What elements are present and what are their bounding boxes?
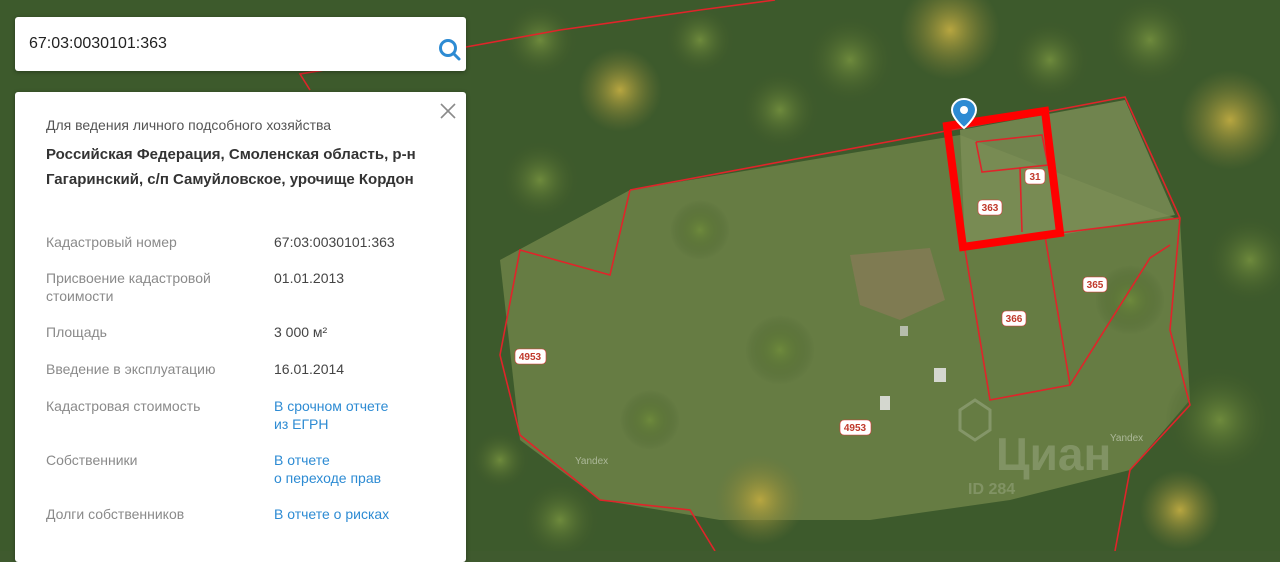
svg-text:365: 365	[1087, 280, 1104, 291]
land-use-purpose: Для ведения личного подсобного хозяйства	[46, 117, 332, 133]
parcel-label-365: 365	[1082, 276, 1108, 293]
map-provider-label: Yandex	[1110, 433, 1143, 444]
parcel-label-4953: 4953	[839, 419, 872, 436]
row-label: Долги собственников	[46, 506, 185, 522]
row-label: Кадастровая стоимость	[46, 398, 201, 414]
risks-report-link[interactable]: В отчете о рисках	[274, 505, 444, 523]
cadastral-value-report-link[interactable]: В срочном отчете из ЕГРН	[274, 397, 444, 433]
row-label: Площадь	[46, 324, 107, 340]
search-input[interactable]	[29, 27, 409, 61]
map-building	[900, 326, 908, 336]
row-label: Кадастровый номер	[46, 234, 177, 250]
owners-report-link[interactable]: В отчете о переходе прав	[274, 451, 444, 487]
map-provider-label: Yandex	[575, 456, 608, 467]
parcel-address: Российская Федерация, Смоленская область…	[46, 146, 416, 188]
parcel-label-4953: 4953	[514, 348, 547, 365]
row-label: Введение в эксплуатацию	[46, 361, 216, 377]
parcel-label-366: 366	[1001, 310, 1027, 327]
row-value: 3 000 м²	[274, 324, 328, 340]
row-value: 67:03:0030101:363	[274, 234, 395, 250]
search-bar	[15, 17, 466, 71]
map-building	[880, 396, 890, 410]
row-label: Собственники	[46, 452, 138, 468]
row-value: 16.01.2014	[274, 361, 345, 377]
row-value: 01.01.2013	[274, 270, 345, 286]
parcel-info-panel: Для ведения личного подсобного хозяйства…	[15, 92, 466, 562]
svg-text:ID 284: ID 284	[968, 481, 1015, 498]
svg-text:4953: 4953	[844, 423, 867, 434]
svg-text:31: 31	[1029, 172, 1041, 183]
map-building	[934, 368, 946, 382]
search-icon[interactable]	[437, 37, 463, 63]
svg-text:363: 363	[982, 203, 999, 214]
parcel-label-31: 31	[1024, 168, 1046, 185]
close-icon[interactable]	[438, 101, 458, 121]
parcel-label-363: 363	[977, 199, 1003, 216]
svg-text:366: 366	[1006, 314, 1023, 325]
row-label: Присвоение кадастровой стоимости	[46, 270, 211, 304]
svg-text:4953: 4953	[519, 352, 542, 363]
svg-text:Циан: Циан	[996, 428, 1111, 480]
